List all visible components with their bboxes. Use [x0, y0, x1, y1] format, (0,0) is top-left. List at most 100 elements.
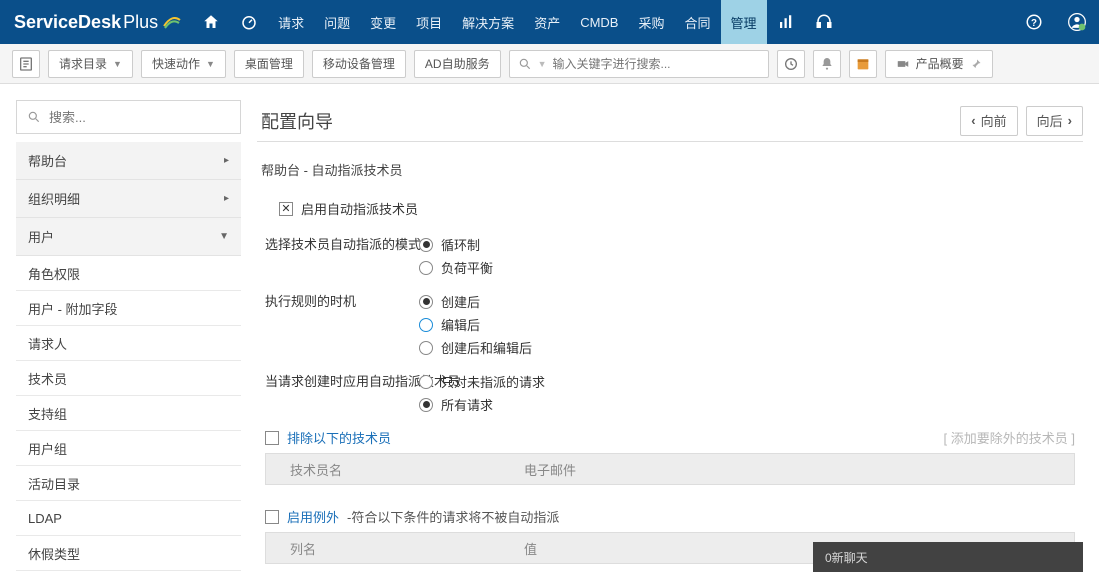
wizard-next-button[interactable]: 向后›: [1026, 106, 1083, 136]
exception-row: ✓ 启用例外 -符合以下条件的请求将不被自动指派: [265, 507, 1075, 526]
nav-tab-0[interactable]: 请求: [268, 0, 314, 44]
calendar-icon: [855, 56, 871, 72]
radio-icon: [419, 341, 433, 355]
pin-icon: [970, 58, 982, 70]
sidebar-item-5[interactable]: 用户组: [16, 431, 241, 466]
caret-down-icon: ▼: [206, 59, 215, 69]
main-header: 配置向导 ‹向前 向后›: [257, 100, 1083, 142]
sidebar-search-input[interactable]: [49, 110, 230, 125]
checkbox-icon: ✕: [279, 202, 293, 216]
nav-support[interactable]: [805, 0, 843, 44]
sidebar-item-3[interactable]: 技术员: [16, 361, 241, 396]
desktop-mgmt-button[interactable]: 桌面管理: [234, 50, 304, 78]
headset-icon: [815, 13, 833, 31]
timing-opts-option-0[interactable]: 创建后: [419, 292, 1075, 311]
nav-tab-8[interactable]: 合同: [675, 0, 721, 44]
recent-items-button[interactable]: [777, 50, 805, 78]
nav-help[interactable]: ?: [1013, 0, 1055, 44]
mobile-mgmt-button[interactable]: 移动设备管理: [312, 50, 406, 78]
mode-options: 循环制负荷平衡: [419, 235, 1075, 277]
nav-dashboard[interactable]: [230, 0, 268, 44]
nav-tab-1[interactable]: 问题: [314, 0, 360, 44]
sidebar-item-7[interactable]: LDAP: [16, 501, 241, 536]
sidebar-item-2[interactable]: 请求人: [16, 326, 241, 361]
product-overview-button[interactable]: 产品概要: [885, 50, 993, 78]
global-search[interactable]: ▼: [509, 50, 769, 78]
page-body: 帮助台▸组织明细▸用户▼ 角色权限用户 - 附加字段请求人技术员支持组用户组活动…: [0, 84, 1099, 571]
brand-swoosh-icon: [162, 12, 182, 32]
sidebar-group-1[interactable]: 组织明细▸: [16, 180, 241, 218]
apply-opts-option-0[interactable]: 只对未指派的请求: [419, 372, 1075, 391]
mode-opts-option-0[interactable]: 循环制: [419, 235, 1075, 254]
nav-tabs: 请求问题变更项目解决方案资产CMDB采购合同管理: [268, 0, 766, 44]
nav-profile[interactable]: [1055, 0, 1099, 44]
timing-opts-option-2[interactable]: 创建后和编辑后: [419, 338, 1075, 357]
exclude-tech-checkbox[interactable]: ✓: [265, 431, 279, 445]
caret-down-icon: ▼: [538, 59, 547, 69]
sidebar-group-0[interactable]: 帮助台▸: [16, 142, 241, 180]
col-tech-name: 技术员名: [266, 460, 516, 479]
help-icon: ?: [1025, 13, 1043, 31]
home-icon: [202, 13, 220, 31]
settings-form: ✕ 启用自动指派技术员 选择技术员自动指派的模式 循环制负荷平衡 执行规则的时机…: [257, 199, 1083, 564]
nav-home[interactable]: [192, 0, 230, 44]
col-email: 电子邮件: [516, 460, 1074, 479]
exception-checkbox[interactable]: ✓: [265, 510, 279, 524]
radio-label: 所有请求: [441, 395, 493, 414]
sidebar-group-2[interactable]: 用户▼: [16, 218, 241, 256]
global-search-input[interactable]: [553, 57, 760, 71]
sidebar-item-1[interactable]: 用户 - 附加字段: [16, 291, 241, 326]
chevron-right-icon: ▸: [224, 193, 229, 204]
mode-opts-option-1[interactable]: 负荷平衡: [419, 258, 1075, 277]
announcements-button[interactable]: [849, 50, 877, 78]
exception-link[interactable]: 启用例外: [287, 507, 339, 526]
radio-icon: [419, 295, 433, 309]
camera-icon: [896, 57, 910, 71]
timing-opts-option-1[interactable]: 编辑后: [419, 315, 1075, 334]
chevron-left-icon: ‹: [971, 113, 975, 128]
nav-tab-3[interactable]: 项目: [406, 0, 452, 44]
search-icon: [27, 110, 41, 124]
sidebar-item-8[interactable]: 休假类型: [16, 536, 241, 571]
sidebar-item-6[interactable]: 活动目录: [16, 466, 241, 501]
exclude-tech-link[interactable]: 排除以下的技术员: [287, 428, 391, 447]
enable-auto-assign-checkbox[interactable]: ✕ 启用自动指派技术员: [279, 199, 1075, 218]
caret-down-icon: ▼: [219, 231, 229, 242]
brand-logo: ServiceDesk Plus: [0, 0, 192, 44]
sidebar-search[interactable]: [16, 100, 241, 134]
radio-label: 负荷平衡: [441, 258, 493, 277]
nav-tab-9[interactable]: 管理: [721, 0, 767, 44]
apply-opts-option-1[interactable]: 所有请求: [419, 395, 1075, 414]
page-title: 配置向导: [257, 108, 333, 134]
wizard-prev-button[interactable]: ‹向前: [960, 106, 1017, 136]
notifications-button[interactable]: [813, 50, 841, 78]
quick-actions-dropdown[interactable]: 快速动作▼: [141, 50, 226, 78]
search-icon: [518, 57, 532, 71]
exclude-tech-row: ✓ 排除以下的技术员 [ 添加要除外的技术员 ]: [265, 428, 1075, 447]
toolbar: 请求目录▼ 快速动作▼ 桌面管理 移动设备管理 AD自助服务 ▼ 产品概要: [0, 44, 1099, 84]
note-icon: [18, 56, 34, 72]
user-icon: [1067, 12, 1087, 32]
caret-down-icon: ▼: [113, 59, 122, 69]
svg-text:?: ?: [1031, 18, 1037, 29]
top-navbar: ServiceDesk Plus 请求问题变更项目解决方案资产CMDB采购合同管…: [0, 0, 1099, 44]
nav-tab-4[interactable]: 解决方案: [452, 0, 524, 44]
nav-tab-7[interactable]: 采购: [628, 0, 674, 44]
ad-selfservice-button[interactable]: AD自助服务: [414, 50, 501, 78]
sidebar-item-4[interactable]: 支持组: [16, 396, 241, 431]
chat-bar[interactable]: 0新聊天: [813, 542, 1083, 572]
radio-icon: [419, 375, 433, 389]
nav-tab-5[interactable]: 资产: [524, 0, 570, 44]
request-catalog-dropdown[interactable]: 请求目录▼: [48, 50, 133, 78]
radio-label: 编辑后: [441, 315, 480, 334]
history-icon: [783, 56, 799, 72]
exclude-hint[interactable]: [ 添加要除外的技术员 ]: [944, 428, 1075, 447]
col-name: 列名: [266, 539, 516, 558]
nav-reports[interactable]: [767, 0, 805, 44]
radio-icon: [419, 261, 433, 275]
chart-icon: [777, 13, 795, 31]
nav-tab-2[interactable]: 变更: [360, 0, 406, 44]
nav-tab-6[interactable]: CMDB: [570, 0, 628, 44]
new-request-button[interactable]: [12, 50, 40, 78]
sidebar-item-0[interactable]: 角色权限: [16, 256, 241, 291]
